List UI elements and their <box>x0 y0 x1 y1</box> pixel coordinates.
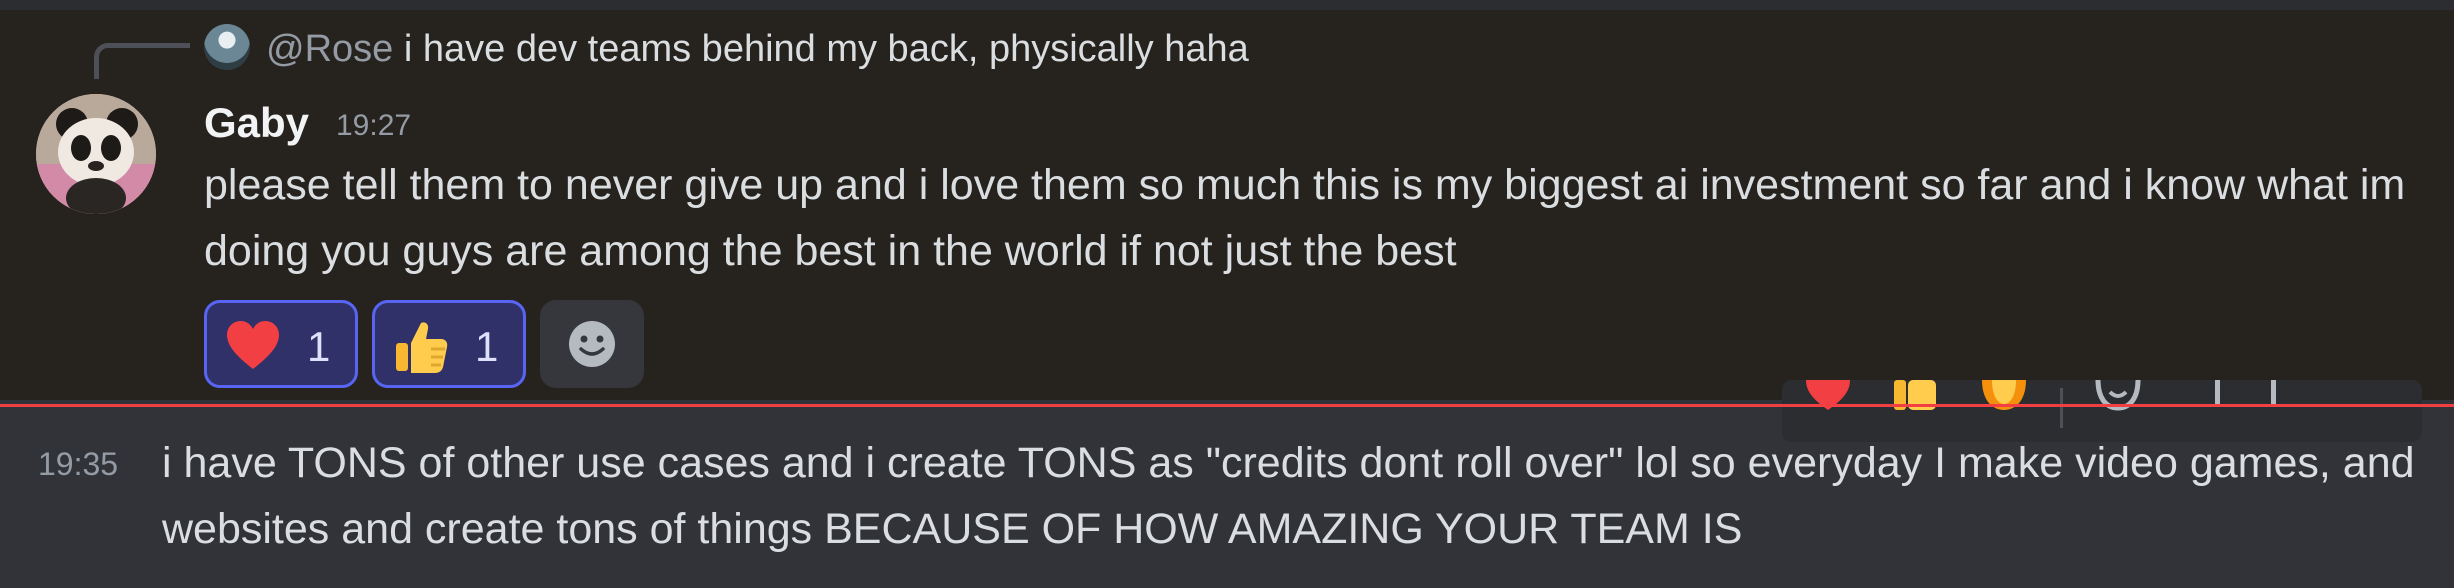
reply-preview[interactable]: @Rose i have dev teams behind my back, p… <box>266 24 1249 74</box>
red-heart-icon <box>227 321 279 369</box>
reply-mention[interactable]: @Rose <box>266 28 393 70</box>
toolbar-separator <box>2060 388 2063 428</box>
reaction-heart[interactable]: 1 <box>204 300 358 388</box>
message-timestamp[interactable]: 19:35 <box>38 444 118 484</box>
message-gaby[interactable]: @Rose i have dev teams behind my back, p… <box>0 10 2454 400</box>
smiley-icon <box>569 321 615 367</box>
reply-avatar[interactable] <box>204 24 250 70</box>
add-reaction-icon[interactable] <box>2090 380 2146 412</box>
message-content: please tell them to never give up and i … <box>204 161 2406 275</box>
message-content: i have TONS of other use cases and i cre… <box>162 439 2415 553</box>
fire-reaction-icon[interactable] <box>1976 380 2032 412</box>
top-strip <box>0 0 2454 10</box>
reply-connector <box>94 43 190 79</box>
new-messages-divider <box>0 404 2454 407</box>
reply-text: i have dev teams behind my back, physica… <box>403 28 1249 70</box>
thumbs-up-reaction-icon[interactable] <box>1888 380 1944 412</box>
heart-reaction-icon[interactable] <box>1800 380 1856 412</box>
thumbs-up-icon <box>396 322 448 373</box>
reaction-count: 1 <box>307 323 331 370</box>
reaction-thumbs-up[interactable]: 1 <box>372 300 526 388</box>
add-reaction-button[interactable] <box>540 300 644 388</box>
panda-avatar-image <box>36 94 156 214</box>
reply-icon[interactable] <box>2206 380 2230 412</box>
more-options-icon[interactable] <box>2262 380 2286 412</box>
timestamp[interactable]: 19:27 <box>336 108 411 144</box>
reaction-count: 1 <box>475 323 499 370</box>
avatar[interactable] <box>36 94 156 214</box>
username[interactable]: Gaby <box>204 98 309 148</box>
